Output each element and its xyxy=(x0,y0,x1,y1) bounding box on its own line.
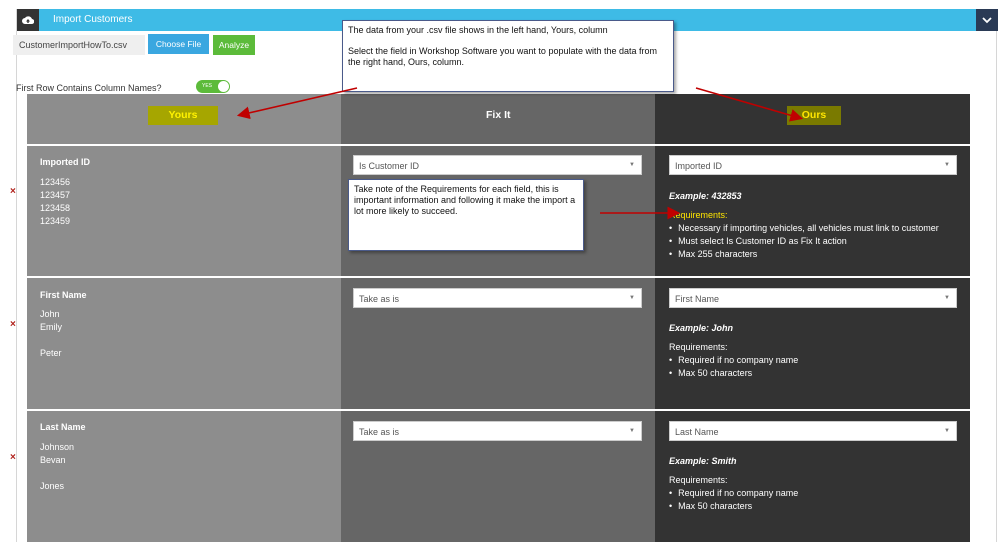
select-value: First Name xyxy=(675,294,720,304)
fix-it-header: Fix It xyxy=(486,109,511,121)
callout-text: Select the field in Workshop Software yo… xyxy=(348,46,658,67)
value-item: Peter xyxy=(40,348,62,358)
field-name: First Name xyxy=(40,290,87,300)
requirement-item: Necessary if importing vehicles, all veh… xyxy=(669,222,939,235)
fix-it-select[interactable]: Take as is ▼ xyxy=(353,288,642,308)
chevron-down-icon[interactable] xyxy=(976,9,998,31)
fix-it-select[interactable]: Is Customer ID ▼ xyxy=(353,155,642,175)
example-text: Example: Smith xyxy=(669,456,737,466)
value-item xyxy=(40,467,74,480)
requirement-item: Must select Is Customer ID as Fix It act… xyxy=(669,235,939,248)
caret-down-icon: ▼ xyxy=(629,428,635,434)
example-text: Example: 432853 xyxy=(669,191,742,201)
panel-title: Import Customers xyxy=(53,14,133,25)
requirement-item: Max 255 characters xyxy=(669,248,939,261)
value-item: 123458 xyxy=(40,203,71,213)
field-values: John Emily Peter xyxy=(40,308,62,360)
value-item: 123459 xyxy=(40,216,71,226)
delete-row-icon[interactable]: × xyxy=(10,186,16,197)
field-name: Last Name xyxy=(40,422,86,432)
value-item: John xyxy=(40,309,60,319)
callout-text: Take note of the Requirements for each f… xyxy=(354,184,576,216)
fix-it-select[interactable]: Take as is ▼ xyxy=(353,421,642,441)
row-divider xyxy=(27,276,970,278)
ours-field-select[interactable]: First Name ▼ xyxy=(669,288,957,308)
callout-text: The data from your .csv file shows in th… xyxy=(348,25,608,35)
example-text: Example: John xyxy=(669,323,734,333)
cloud-upload-icon xyxy=(17,9,39,31)
help-callout-columns: The data from your .csv file shows in th… xyxy=(342,20,674,92)
row-divider xyxy=(27,409,970,411)
value-item: Johnson xyxy=(40,442,75,452)
delete-row-icon[interactable]: × xyxy=(10,452,16,463)
requirement-item: Required if no company name xyxy=(669,487,798,500)
row-divider xyxy=(27,144,970,146)
field-values: Johnson Bevan Jones xyxy=(40,441,74,493)
field-name: Imported ID xyxy=(40,157,91,167)
file-name-field[interactable]: CustomerImportHowTo.csv xyxy=(13,35,145,55)
value-item xyxy=(40,334,62,347)
ours-field-select[interactable]: Last Name ▼ xyxy=(669,421,957,441)
value-item: Emily xyxy=(40,322,62,332)
select-value: Imported ID xyxy=(675,161,723,171)
requirement-item: Max 50 characters xyxy=(669,367,798,380)
caret-down-icon: ▼ xyxy=(944,428,950,434)
first-row-label: First Row Contains Column Names? xyxy=(16,83,162,93)
requirement-item: Required if no company name xyxy=(669,354,798,367)
select-value: Is Customer ID xyxy=(359,161,420,171)
requirements-title: Requirements: xyxy=(669,475,728,485)
yours-header: Yours xyxy=(148,106,218,125)
help-callout-requirements: Take note of the Requirements for each f… xyxy=(348,179,584,251)
value-item: 123456 xyxy=(40,177,71,187)
field-values: 123456 123457 123458 123459 xyxy=(40,176,70,228)
requirements-list: Required if no company name Max 50 chara… xyxy=(669,487,798,513)
caret-down-icon: ▼ xyxy=(944,295,950,301)
ours-field-select[interactable]: Imported ID ▼ xyxy=(669,155,957,175)
requirements-list: Necessary if importing vehicles, all veh… xyxy=(669,222,939,261)
value-item: Jones xyxy=(40,481,65,491)
requirement-item: Max 50 characters xyxy=(669,500,798,513)
requirements-title: Requirements: xyxy=(669,210,728,220)
choose-file-button[interactable]: Choose File xyxy=(148,34,209,54)
select-value: Last Name xyxy=(675,427,719,437)
delete-row-icon[interactable]: × xyxy=(10,319,16,330)
select-value: Take as is xyxy=(359,294,400,304)
value-item: 123457 xyxy=(40,190,71,200)
caret-down-icon: ▼ xyxy=(629,162,635,168)
select-value: Take as is xyxy=(359,427,400,437)
toggle-knob xyxy=(218,81,229,92)
ours-header: Ours xyxy=(787,106,841,125)
analyze-button[interactable]: Analyze xyxy=(213,35,255,55)
requirements-list: Required if no company name Max 50 chara… xyxy=(669,354,798,380)
toggle-text: YES xyxy=(202,83,213,89)
caret-down-icon: ▼ xyxy=(944,162,950,168)
requirements-title: Requirements: xyxy=(669,342,728,352)
caret-down-icon: ▼ xyxy=(629,295,635,301)
first-row-toggle[interactable]: YES xyxy=(196,80,230,93)
value-item: Bevan xyxy=(40,455,66,465)
